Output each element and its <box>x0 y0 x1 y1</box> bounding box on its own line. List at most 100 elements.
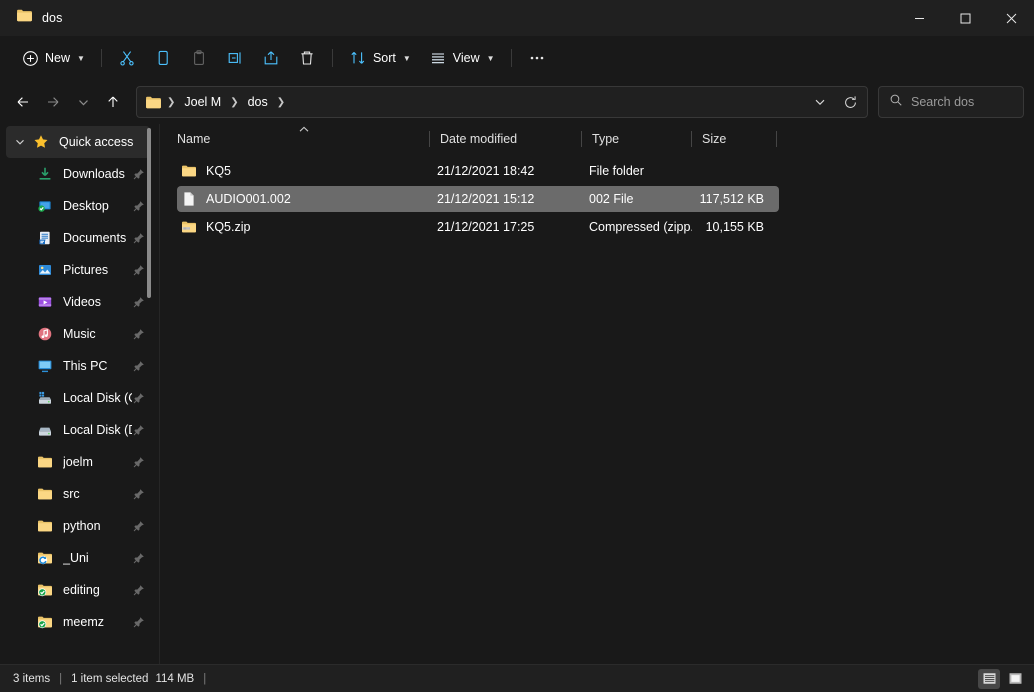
column-header-type[interactable]: Type <box>582 124 692 154</box>
sidebar-item-label: Pictures <box>63 263 109 277</box>
file-type-cell: 002 File <box>589 192 634 206</box>
selection-size: 114 MB <box>155 672 195 685</box>
sidebar-item-meemz[interactable]: meemz <box>6 606 150 638</box>
file-name: KQ5.zip <box>206 220 251 234</box>
view-icon <box>429 49 447 67</box>
pin-icon[interactable] <box>132 327 146 341</box>
column-header-label: Type <box>592 132 620 146</box>
view-button[interactable]: View ▼ <box>420 42 504 74</box>
breadcrumb-item-1[interactable]: dos <box>242 92 274 112</box>
pin-icon[interactable] <box>132 199 146 213</box>
new-button[interactable]: New ▼ <box>12 42 94 74</box>
table-row[interactable]: KQ5.zip 21/12/2021 17:25 Compressed (zip… <box>177 214 779 240</box>
sidebar-item-documents[interactable]: Documents <box>6 222 150 254</box>
search-box[interactable] <box>878 86 1034 118</box>
status-divider-2: | <box>203 672 207 685</box>
generic-file-icon <box>181 191 197 207</box>
recent-locations-button[interactable] <box>68 87 98 117</box>
sidebar-item-desktop[interactable]: Desktop <box>6 190 150 222</box>
column-header-date-modified[interactable]: Date modified <box>430 124 582 154</box>
command-bar: New ▼ Sort ▼ View ▼ <box>0 36 1034 80</box>
window-controls <box>896 0 1034 36</box>
sidebar-item-src[interactable]: src <box>6 478 150 510</box>
table-row[interactable]: KQ5 21/12/2021 18:42 File folder <box>177 158 779 184</box>
rename-button[interactable] <box>217 42 253 74</box>
back-button[interactable] <box>8 87 38 117</box>
chevron-down-icon: ▼ <box>402 53 411 63</box>
navigation-scrollbar[interactable] <box>147 128 151 298</box>
share-button[interactable] <box>253 42 289 74</box>
selection-text: 1 item selected <box>71 672 149 685</box>
file-name-cell: AUDIO001.002 <box>181 191 430 207</box>
paste-button[interactable] <box>181 42 217 74</box>
pin-icon[interactable] <box>132 615 146 629</box>
sidebar-item-label: python <box>63 519 101 533</box>
sidebar-item-videos[interactable]: Videos <box>6 286 150 318</box>
sort-label: Sort <box>372 51 396 65</box>
breadcrumb-separator[interactable]: ❯ <box>274 97 288 108</box>
previous-locations-button[interactable] <box>805 88 835 116</box>
sidebar-item-pictures[interactable]: Pictures <box>6 254 150 286</box>
breadcrumb-separator[interactable]: ❯ <box>164 97 178 108</box>
column-header-label: Date modified <box>440 132 518 146</box>
close-button[interactable] <box>988 0 1034 36</box>
column-header-label: Size <box>702 132 727 146</box>
file-size-cell: 117,512 KB <box>699 192 764 206</box>
forward-button[interactable] <box>38 87 68 117</box>
pin-icon[interactable] <box>132 551 146 565</box>
column-header-label: Name <box>177 132 211 146</box>
large-icons-view-button[interactable] <box>1004 669 1026 689</box>
column-header-name[interactable]: Name <box>177 124 430 154</box>
column-header-size[interactable]: Size <box>692 124 777 154</box>
status-bar: 3 items | 1 item selected 114 MB | <box>0 664 1034 692</box>
address-bar-actions <box>805 88 865 116</box>
copy-button[interactable] <box>145 42 181 74</box>
pin-icon[interactable] <box>132 263 146 277</box>
table-row[interactable]: AUDIO001.002 21/12/2021 15:12 002 File 1… <box>177 186 779 212</box>
pin-icon[interactable] <box>132 519 146 533</box>
pin-icon[interactable] <box>132 583 146 597</box>
delete-button[interactable] <box>289 42 325 74</box>
pin-icon[interactable] <box>132 487 146 501</box>
chevron-down-icon[interactable] <box>12 134 28 150</box>
cut-button[interactable] <box>109 42 145 74</box>
sidebar-item-python[interactable]: python <box>6 510 150 542</box>
maximize-button[interactable] <box>942 0 988 36</box>
sidebar-item-joelm[interactable]: joelm <box>6 446 150 478</box>
sidebar-item-downloads[interactable]: Downloads <box>6 158 150 190</box>
breadcrumb[interactable]: ❯ Joel M ❯ dos ❯ <box>136 86 868 118</box>
pin-icon[interactable] <box>132 359 146 373</box>
sidebar-item-this-pc[interactable]: This PC <box>6 350 150 382</box>
up-button[interactable] <box>98 87 128 117</box>
details-view-button[interactable] <box>978 668 1000 689</box>
view-label: View <box>452 51 480 65</box>
file-size-cell: 10,155 KB <box>705 220 764 234</box>
pin-icon[interactable] <box>132 391 146 405</box>
sort-button[interactable]: Sort ▼ <box>340 42 420 74</box>
pin-icon[interactable] <box>132 167 146 181</box>
sidebar-item-quick-access[interactable]: Quick access <box>6 126 150 158</box>
refresh-button[interactable] <box>835 88 865 116</box>
search-input[interactable] <box>911 95 1034 109</box>
explorer-tab[interactable]: dos <box>0 0 77 36</box>
pin-icon[interactable] <box>132 295 146 309</box>
see-more-button[interactable] <box>519 42 555 74</box>
sidebar-item-music[interactable]: Music <box>6 318 150 350</box>
breadcrumb-separator[interactable]: ❯ <box>227 97 241 108</box>
chevron-down-icon: ▼ <box>77 53 85 63</box>
sidebar-item-label: _Uni <box>63 551 89 565</box>
pin-icon[interactable] <box>132 455 146 469</box>
item-count: 3 items <box>13 672 51 685</box>
sidebar-item-editing[interactable]: editing <box>6 574 150 606</box>
pin-icon[interactable] <box>132 231 146 245</box>
sidebar-item-uni[interactable]: _Uni <box>6 542 150 574</box>
navigation-pane: Quick access Downloads Desktop Documents… <box>0 124 160 664</box>
minimize-button[interactable] <box>896 0 942 36</box>
sidebar-item-local-disk-d[interactable]: Local Disk (D:) <box>6 414 150 446</box>
sidebar-item-local-disk-c[interactable]: Local Disk (C:) <box>6 382 150 414</box>
column-divider[interactable] <box>776 131 777 147</box>
trash-icon <box>298 49 316 67</box>
pin-icon[interactable] <box>132 423 146 437</box>
sidebar-item-label: Local Disk (C:) <box>63 391 132 405</box>
breadcrumb-item-0[interactable]: Joel M <box>178 92 227 112</box>
